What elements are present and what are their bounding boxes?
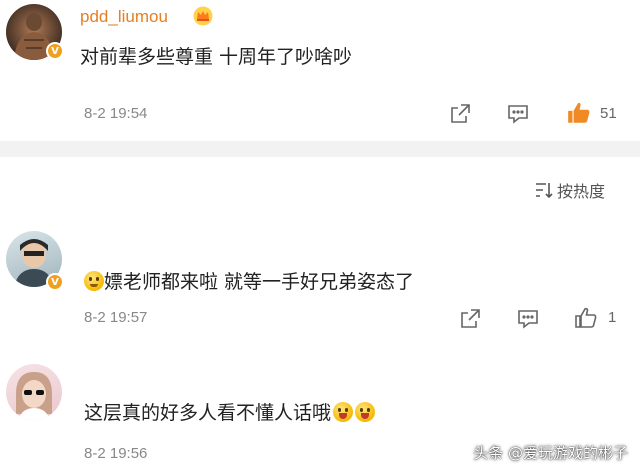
smile-emoji-icon	[84, 271, 104, 291]
tongue-emoji-icon	[333, 402, 354, 422]
like-icon[interactable]	[574, 306, 598, 330]
comment-2: V 嫖老师都来啦 就等一手好兄弟姿态了 8-2 19:57 1	[0, 225, 640, 340]
comment-time: 8-2 19:56	[84, 445, 148, 462]
comment-icon[interactable]	[516, 307, 540, 331]
verified-badge: V	[46, 42, 64, 60]
comment-text: 嫖老师都来啦 就等一手好兄弟姿态了	[84, 267, 414, 294]
sort-by-hot-button[interactable]: 按热度	[534, 178, 605, 202]
like-count: 51	[600, 105, 617, 122]
verified-badge: V	[46, 273, 64, 291]
username[interactable]: pdd_liumou	[80, 7, 168, 27]
like-icon[interactable]	[566, 100, 592, 126]
comment-text: 这层真的好多人看不懂人话哦	[84, 398, 376, 425]
share-icon[interactable]	[448, 102, 472, 126]
crown-icon	[193, 6, 213, 26]
sort-label: 按热度	[557, 182, 606, 201]
comment-time: 8-2 19:54	[84, 105, 148, 122]
section-divider	[0, 141, 640, 157]
like-count: 1	[608, 309, 617, 326]
comment-1: V pdd_liumou 对前辈多些尊重 十周年了吵啥吵 8-2 19:54 5…	[0, 0, 640, 141]
share-icon[interactable]	[458, 307, 482, 331]
tongue-emoji-icon	[355, 402, 376, 422]
avatar[interactable]	[6, 364, 62, 420]
comment-icon[interactable]	[506, 102, 530, 126]
comment-time: 8-2 19:57	[84, 309, 148, 326]
watermark: 头条 @爱玩游戏的彬子	[473, 444, 628, 462]
sort-icon	[536, 183, 553, 199]
comment-text: 对前辈多些尊重 十周年了吵啥吵	[80, 46, 353, 68]
